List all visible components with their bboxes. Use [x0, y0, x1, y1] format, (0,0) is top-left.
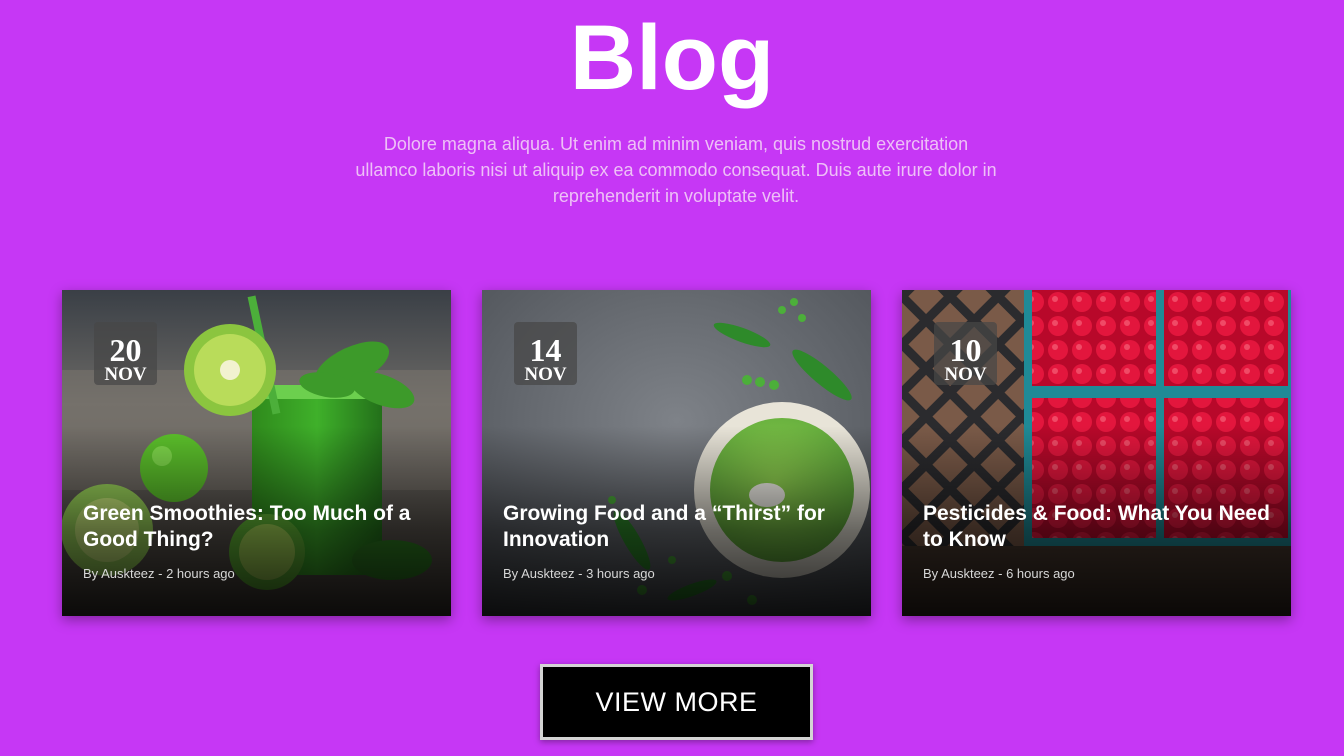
date-badge: 20 NOV: [94, 322, 157, 385]
date-day: 10: [949, 332, 982, 368]
view-more-button[interactable]: VIEW MORE: [540, 664, 813, 740]
blog-card[interactable]: 20 NOV Green Smoothies: Too Much of a Go…: [62, 290, 451, 616]
date-badge: 10 NOV: [934, 322, 997, 385]
page-title: Blog: [569, 7, 775, 109]
blog-post-list: 20 NOV Green Smoothies: Too Much of a Go…: [62, 290, 1291, 616]
post-meta: By Auskteez - 6 hours ago: [923, 566, 1075, 581]
post-title[interactable]: Pesticides & Food: What You Need to Know: [923, 501, 1273, 553]
post-meta: By Auskteez - 2 hours ago: [83, 566, 235, 581]
blog-card[interactable]: 14 NOV Growing Food and a “Thirst” for I…: [482, 290, 871, 616]
date-day: 14: [529, 332, 562, 368]
date-month: NOV: [524, 364, 567, 385]
date-month: NOV: [944, 364, 987, 385]
blog-card[interactable]: 10 NOV Pesticides & Food: What You Need …: [902, 290, 1291, 616]
date-badge: 14 NOV: [514, 322, 577, 385]
intro-text: Dolore magna aliqua. Ut enim ad minim ve…: [355, 134, 997, 206]
date-day: 20: [109, 332, 142, 368]
date-month: NOV: [104, 364, 147, 385]
post-title[interactable]: Green Smoothies: Too Much of a Good Thin…: [83, 501, 433, 553]
post-title[interactable]: Growing Food and a “Thirst” for Innovati…: [503, 501, 853, 553]
post-meta: By Auskteez - 3 hours ago: [503, 566, 655, 581]
